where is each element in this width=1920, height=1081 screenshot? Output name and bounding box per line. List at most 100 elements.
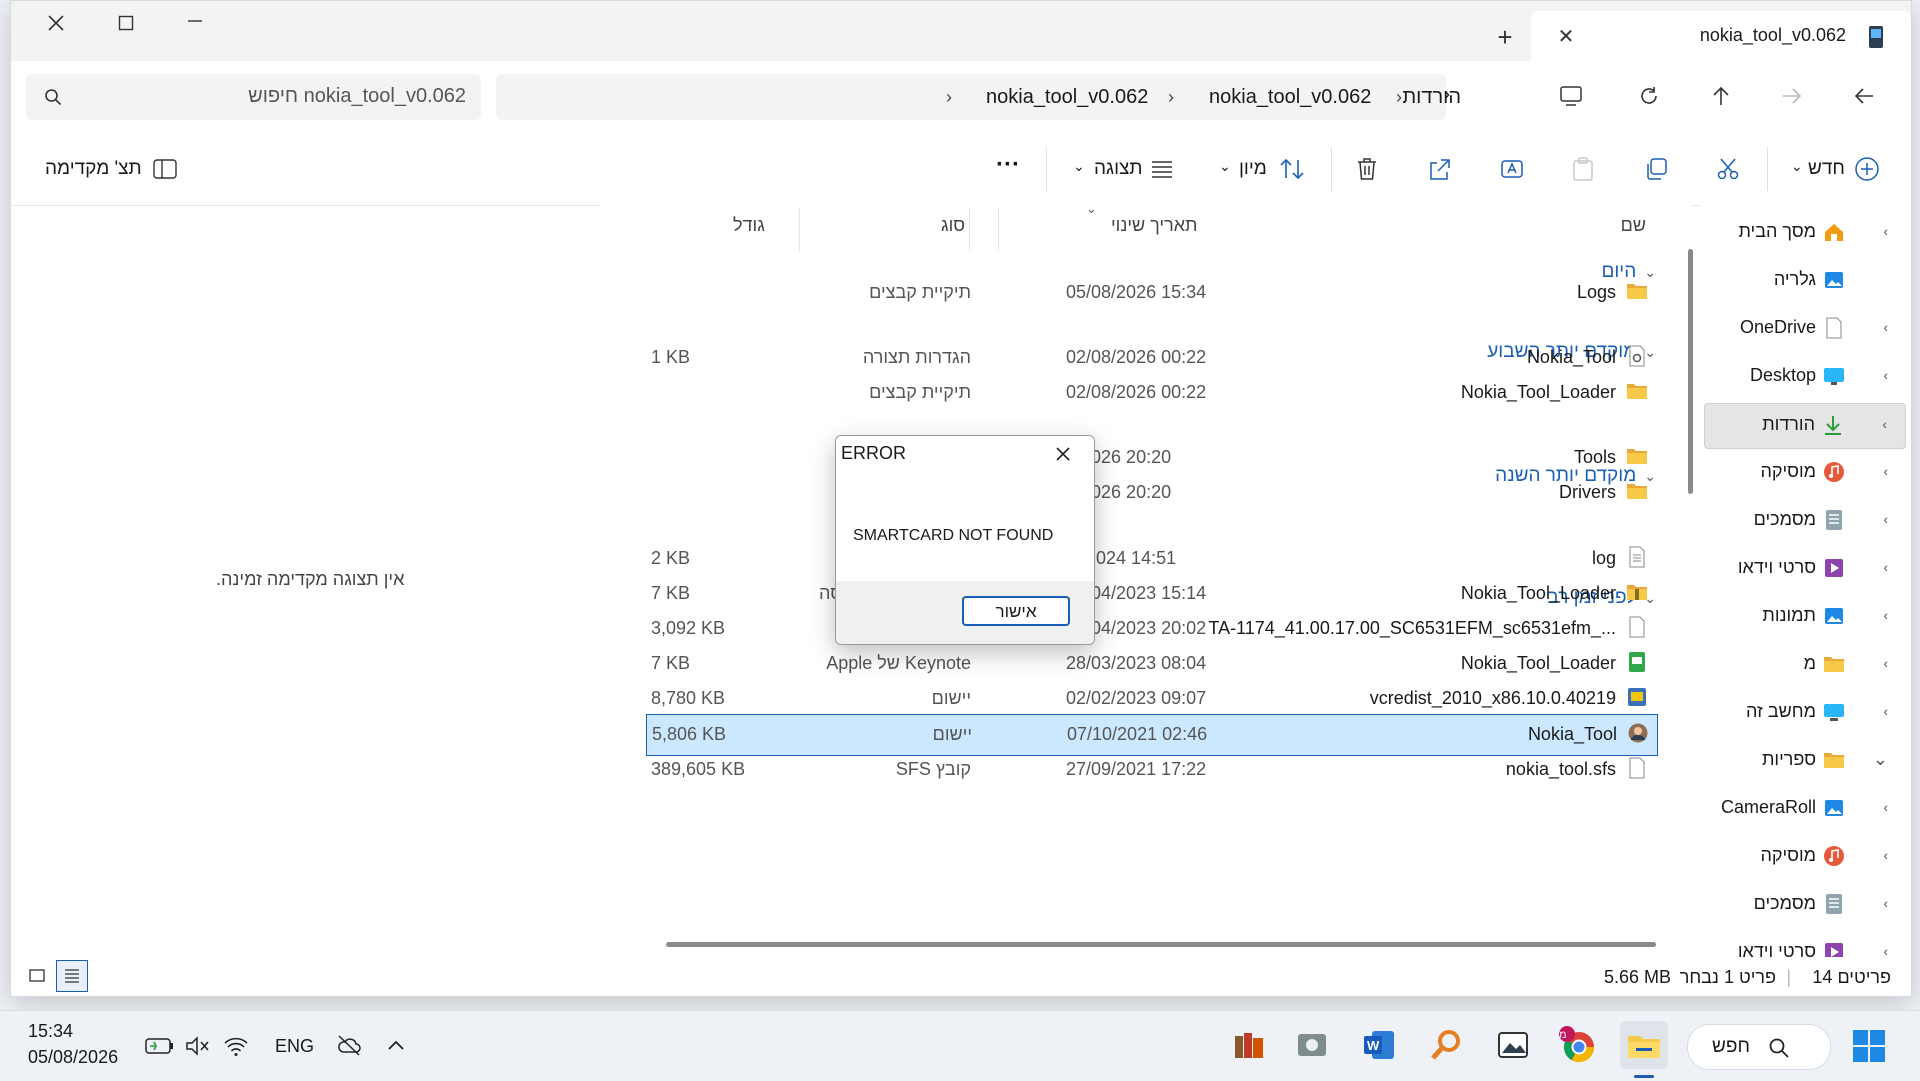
volume-muted-icon[interactable] (185, 1035, 211, 1057)
cut-icon[interactable] (1716, 157, 1740, 181)
sidebar-item[interactable]: ‹ Desktop (1706, 355, 1906, 399)
chevron-right-icon[interactable]: ‹ (1883, 367, 1888, 383)
file-row[interactable]: Drivers 5/2026 20:20 (646, 473, 1656, 513)
taskbar-app-tool[interactable] (1288, 1021, 1336, 1069)
up-arrow-icon[interactable] (1710, 85, 1732, 107)
clock-date[interactable]: 05/08/2026 (28, 1047, 118, 1068)
minimize-window-button[interactable] (178, 4, 212, 38)
details-view-button[interactable] (56, 960, 88, 992)
sidebar-item[interactable]: ‹ CameraRoll (1706, 787, 1906, 831)
chevron-right-icon[interactable]: ‹ (1883, 655, 1888, 671)
sidebar-item[interactable]: ‹ סרטי וידאו (1706, 547, 1906, 591)
file-name: Nokia_Tool_Loader (1460, 583, 1616, 603)
file-type: תיקיית קבצים (869, 382, 971, 402)
search-input[interactable]: חיפוש nokia_tool_v0.062 (26, 74, 481, 120)
chevron-right-icon[interactable]: ‹ (1882, 416, 1887, 432)
file-row[interactable]: Logs 05/08/2026 15:34 תיקיית קבצים (646, 273, 1656, 313)
file-row[interactable]: Nokia_Tool_Loader 28/03/2023 08:04 Keynote… (646, 644, 1656, 684)
tab-active[interactable]: ✕ nokia_tool_v0.062 (1531, 11, 1911, 61)
chevron-right-icon[interactable]: ‹ (1883, 703, 1888, 719)
file-row[interactable]: Nokia_Tool_Loader27/04/2023 15:14תיקיית … (646, 574, 1656, 614)
column-header-name[interactable]: שם (1621, 215, 1646, 236)
sidebar-item[interactable]: ‹ הורדות (1704, 403, 1906, 449)
new-button[interactable]: חדש (1808, 158, 1845, 180)
sidebar-item-label: מחשב זה (1746, 701, 1816, 721)
list-horizontal-scrollbar[interactable] (666, 942, 1656, 947)
view-button[interactable]: תצוגה (1094, 158, 1143, 180)
close-tab-button[interactable]: ✕ (1549, 19, 1583, 53)
chevron-right-icon[interactable]: ‹ (1883, 223, 1888, 239)
cloud-offline-icon[interactable] (336, 1033, 362, 1057)
rename-icon[interactable] (1500, 157, 1524, 181)
file-row[interactable]: log/2/2024 14:51 2 KB (646, 539, 1656, 579)
language-indicator[interactable]: ENG (275, 1036, 314, 1057)
refresh-icon[interactable] (1638, 85, 1660, 107)
column-header-size[interactable]: גודל (733, 215, 765, 236)
chevron-right-icon[interactable]: ‹ (1883, 799, 1888, 815)
chevron-right-icon[interactable]: ‹ (1883, 559, 1888, 575)
sidebar-item[interactable]: ‹ מסך הבית (1706, 211, 1906, 255)
share-icon[interactable] (1428, 157, 1452, 181)
maximize-icon (118, 15, 134, 31)
taskbar-app-archive[interactable] (1226, 1021, 1274, 1069)
taskbar-search[interactable]: חפש (1687, 1024, 1831, 1070)
sidebar-item[interactable]: ‹ OneDrive (1706, 307, 1906, 351)
copy-icon[interactable] (1644, 157, 1668, 181)
wifi-icon[interactable] (223, 1035, 249, 1057)
file-name: Logs (1576, 282, 1616, 302)
file-row[interactable]: Nokia_Tool_Loader 02/08/2026 00:22 תיקיית … (646, 373, 1656, 413)
sidebar-item[interactable]: ⌄ ספריות (1706, 739, 1906, 783)
start-button[interactable] (1852, 1029, 1886, 1063)
breadcrumb[interactable]: › nokia_tool_v0.062 › nokia_tool_v0.062 … (496, 74, 1461, 120)
taskbar-app-file-explorer[interactable] (1620, 1021, 1668, 1069)
back-arrow-icon[interactable] (1853, 85, 1875, 107)
sidebar-item[interactable]: ‹ מסמכים (1706, 883, 1906, 927)
chevron-down-icon[interactable]: ⌄ (1873, 749, 1888, 770)
battery-icon[interactable] (144, 1036, 174, 1056)
delete-icon[interactable] (1356, 157, 1378, 181)
file-row[interactable]: TA-1174_41.00.17.00_SC6531EFM_sc6531efm_… (646, 609, 1656, 649)
taskbar-app-image-tool[interactable] (1489, 1021, 1537, 1069)
paste-icon[interactable] (1572, 157, 1594, 181)
preview-pane-button[interactable]: תצ' מקדימה (45, 158, 142, 180)
file-row[interactable]: vcredist_2010_x86.10.0.40219 02/02/2023 0… (646, 679, 1656, 719)
tiles-view-button[interactable] (21, 960, 53, 992)
this-pc-icon[interactable] (1559, 85, 1583, 107)
sidebar-item[interactable]: גלריה (1706, 259, 1906, 303)
file-row[interactable]: Tools 5/2026 20:20 (646, 438, 1656, 478)
chevron-right-icon[interactable]: ‹ (1883, 895, 1888, 911)
chevron-right-icon[interactable]: ‹ (1883, 847, 1888, 863)
sidebar-item[interactable]: ‹ מ (1706, 643, 1906, 687)
ok-button[interactable]: אישור (962, 596, 1070, 626)
file-row[interactable]: Nokia_Tool 02/08/2026 00:22 הגדרות תצורה 1 … (646, 338, 1656, 378)
column-header-modified[interactable]: תאריך שינוי (1111, 215, 1197, 236)
breadcrumb-item[interactable]: nokia_tool_v0.062 (986, 86, 1148, 109)
chevron-right-icon[interactable]: ‹ (1883, 511, 1888, 527)
chevron-right-icon[interactable]: ‹ (1883, 607, 1888, 623)
chevron-up-icon[interactable] (386, 1038, 406, 1052)
sidebar-item[interactable]: ‹ מחשב זה (1706, 691, 1906, 735)
taskbar-app-search-tool[interactable] (1422, 1021, 1470, 1069)
dialog-close-button[interactable] (1048, 439, 1078, 469)
sidebar-item[interactable]: ‹ מוסיקה (1706, 835, 1906, 879)
clock-time[interactable]: 15:34 (28, 1021, 73, 1042)
sidebar-item[interactable]: ‹ מסמכים (1706, 499, 1906, 543)
chevron-right-icon[interactable]: ‹ (1883, 319, 1888, 335)
column-header-type[interactable]: סוג (941, 215, 965, 236)
new-tab-button[interactable]: + (1488, 20, 1522, 54)
folder-icon (1626, 380, 1648, 402)
forward-arrow-icon[interactable] (1781, 85, 1803, 107)
chevron-right-icon[interactable]: ‹ (1883, 463, 1888, 479)
breadcrumb-chevron[interactable]: › (1436, 74, 1464, 120)
close-window-button[interactable] (39, 6, 73, 40)
maximize-window-button[interactable] (109, 6, 143, 40)
sidebar-item[interactable]: ‹ תמונות (1706, 595, 1906, 639)
file-row[interactable]: nokia_tool.sfs 27/09/2021 17:22 קובץ SFS 38… (646, 750, 1656, 790)
sidebar-item[interactable]: ‹ מוסיקה (1706, 451, 1906, 495)
more-options-button[interactable]: ··· (996, 151, 1020, 179)
breadcrumb-item[interactable]: nokia_tool_v0.062 (1209, 86, 1371, 109)
taskbar-app-word[interactable]: W (1355, 1021, 1403, 1069)
nav-scrollbar[interactable] (1688, 249, 1693, 494)
sort-button[interactable]: מיון (1239, 158, 1267, 180)
taskbar-app-chrome[interactable]: מ (1553, 1021, 1601, 1069)
